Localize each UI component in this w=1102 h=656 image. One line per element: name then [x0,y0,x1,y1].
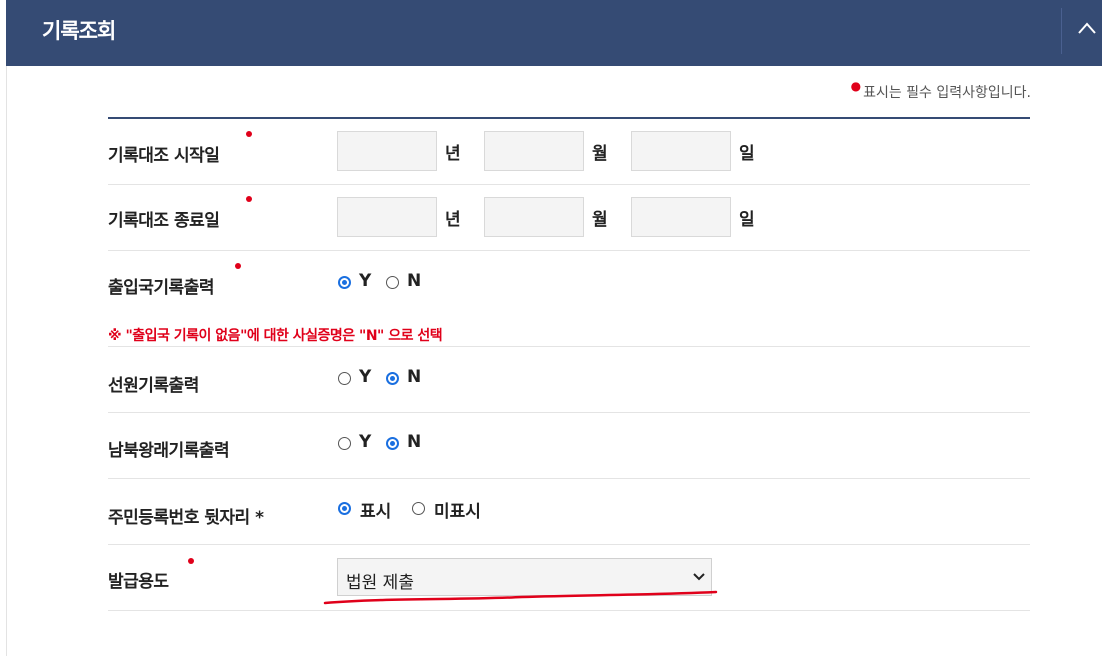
start-date-row: 기록대조 시작일 년 월 일 [108,119,1030,185]
required-dot [246,196,252,202]
north-south-y-label[interactable]: Y [359,432,371,452]
immigration-n-label[interactable]: N [407,271,421,291]
required-note-text: 표시는 필수 입력사항입니다. [863,85,1031,101]
start-day-input[interactable] [631,131,731,171]
north-south-y-radio[interactable] [338,437,351,450]
immigration-y-label[interactable]: Y [359,271,371,291]
year-unit: 년 [445,210,461,230]
panel-title: 기록조회 [42,19,116,43]
start-date-label: 기록대조 시작일 [108,146,220,166]
month-unit: 월 [592,210,608,230]
seaman-n-radio[interactable] [386,372,399,385]
rrn-show-label[interactable]: 표시 [360,497,391,522]
month-unit: 월 [592,144,608,164]
seaman-y-radio[interactable] [338,372,351,385]
immigration-label: 출입국기록출력 [108,278,214,298]
required-dot [235,263,241,269]
seaman-label: 선원기록출력 [108,376,199,396]
immigration-n-radio[interactable] [386,276,399,289]
rrn-show-radio[interactable] [338,502,351,515]
immigration-y-radio[interactable] [338,276,351,289]
north-south-label: 남북왕래기록출력 [108,441,230,461]
collapse-button[interactable] [1062,0,1102,66]
red-underline-annotation [323,590,718,605]
end-date-label: 기록대조 종료일 [108,211,220,231]
start-month-input[interactable] [484,131,584,171]
start-year-input[interactable] [337,131,437,171]
seaman-n-label[interactable]: N [407,367,421,387]
end-date-row: 기록대조 종료일 년 월 일 [108,185,1030,251]
purpose-label: 발급용도 [108,572,169,592]
immigration-warning: ※ "출입국 기록이 없음"에 대한 사실증명은 "N" 으로 선택 [108,328,443,344]
north-south-row: 남북왕래기록출력 Y N [108,413,1030,479]
seaman-y-label[interactable]: Y [359,367,371,387]
chevron-down-icon [693,573,705,581]
north-south-n-label[interactable]: N [407,432,421,452]
end-year-input[interactable] [337,197,437,237]
chevron-up-icon [1078,22,1096,34]
required-dot [188,558,194,564]
day-unit: 일 [739,144,755,164]
end-day-input[interactable] [631,197,731,237]
year-unit: 년 [445,144,461,164]
day-unit: 일 [739,210,755,230]
required-note: ● 표시는 필수 입력사항입니다. [850,79,1031,102]
required-dot [246,131,252,137]
required-dot: ● [850,79,862,93]
rrn-hide-radio[interactable] [412,502,425,515]
panel-header: 기록조회 [6,0,1102,66]
rrn-label: 주민등록번호 뒷자리 * [108,508,264,528]
end-month-input[interactable] [484,197,584,237]
rrn-hide-label[interactable]: 미표시 [434,497,481,522]
seaman-row: 선원기록출력 Y N [108,347,1030,413]
north-south-n-radio[interactable] [386,437,399,450]
rrn-row: 주민등록번호 뒷자리 * 표시 미표시 [108,479,1030,545]
